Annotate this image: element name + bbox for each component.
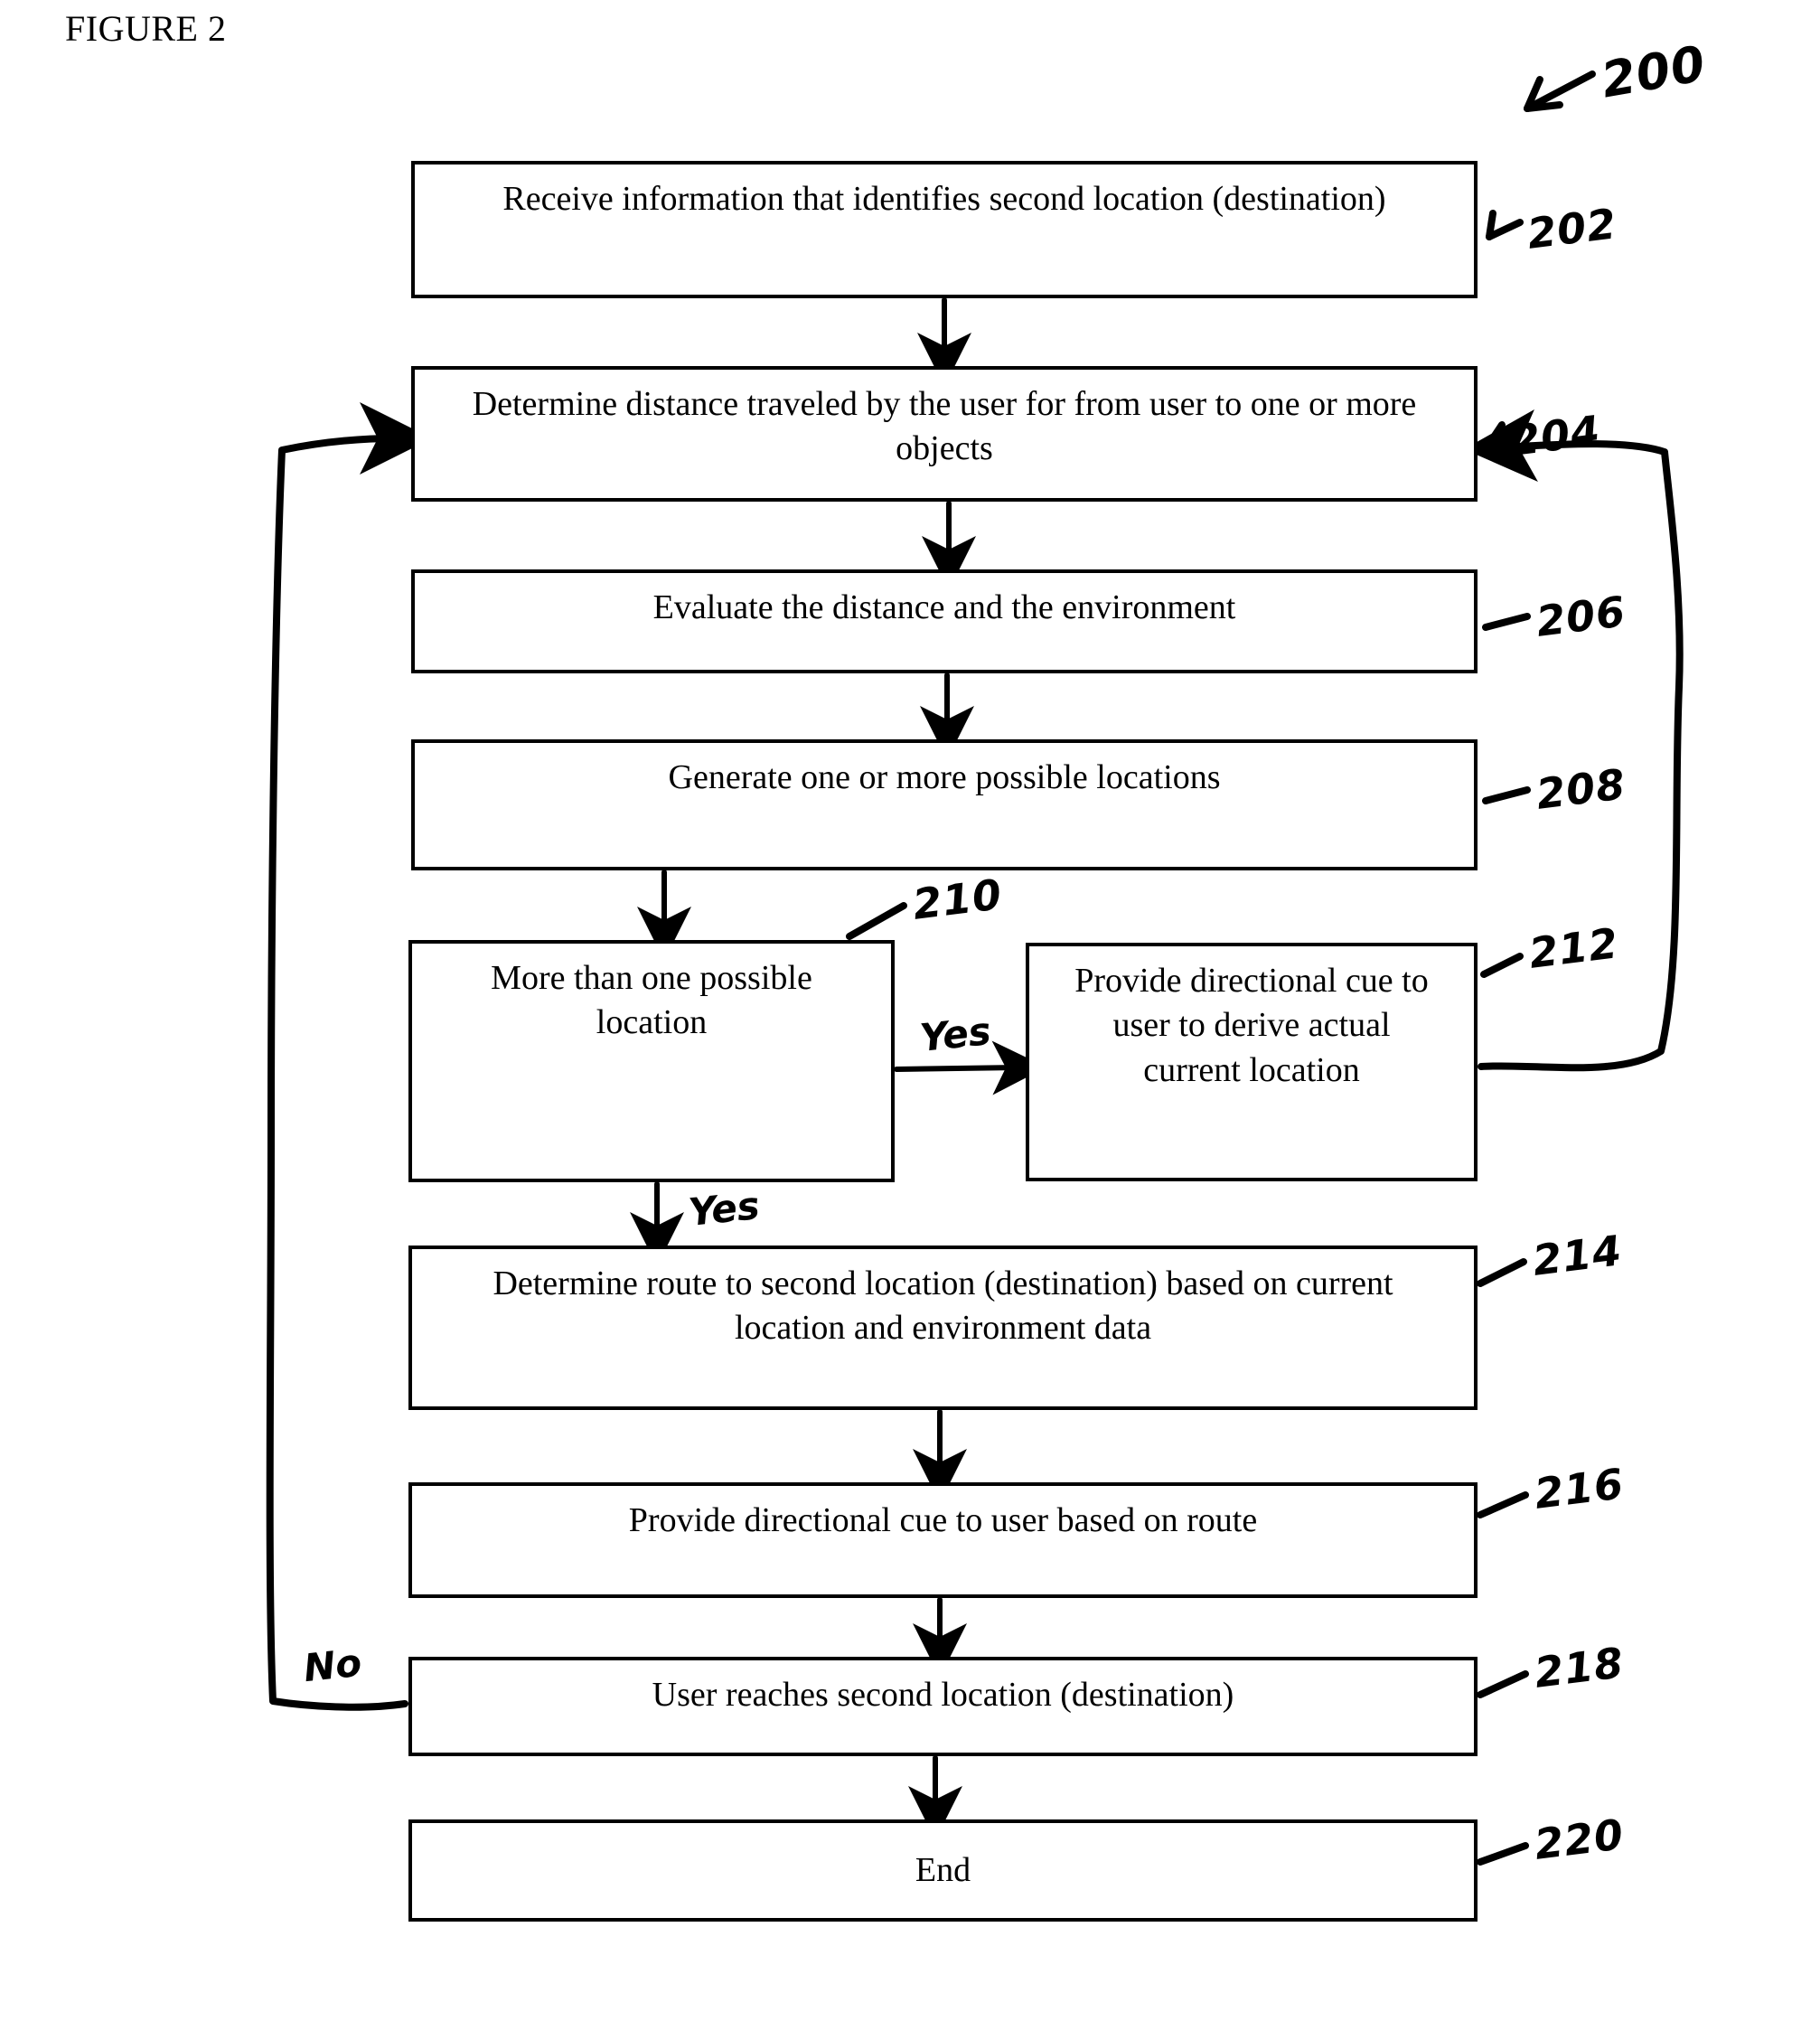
ref-numeral-218: 218 [1532, 1638, 1627, 1697]
flow-box-218[interactable]: User reaches second location (destinatio… [408, 1657, 1478, 1756]
flow-box-216-label: Provide directional cue to user based on… [628, 1501, 1258, 1539]
flow-box-220[interactable]: End [408, 1819, 1478, 1922]
flow-box-202-label: Receive information that identifies seco… [502, 180, 1386, 218]
flow-box-210[interactable]: More than one possible location [408, 940, 895, 1182]
flow-box-208-label: Generate one or more possible locations [668, 758, 1221, 796]
edge-label-yes-right: Yes [917, 1009, 993, 1060]
ref-numeral-220: 220 [1532, 1810, 1627, 1869]
ref-numeral-214: 214 [1530, 1226, 1625, 1285]
flow-box-212[interactable]: Provide directional cue to user to deriv… [1026, 943, 1478, 1181]
ref-numeral-212: 212 [1526, 918, 1621, 978]
flow-box-206-label: Evaluate the distance and the environmen… [652, 588, 1236, 626]
flow-box-204[interactable]: Determine distance traveled by the user … [411, 366, 1478, 502]
ref-numeral-200: 200 [1597, 34, 1711, 109]
ref-numeral-210: 210 [910, 870, 1005, 929]
flow-box-202[interactable]: Receive information that identifies seco… [411, 161, 1478, 298]
ref-numeral-216: 216 [1532, 1459, 1627, 1518]
flow-box-210-label: More than one possible location [491, 959, 812, 1042]
flow-box-208[interactable]: Generate one or more possible locations [411, 739, 1478, 870]
flow-box-204-label: Determine distance traveled by the user … [472, 385, 1417, 468]
flow-box-206[interactable]: Evaluate the distance and the environmen… [411, 569, 1478, 673]
edge-label-yes-down: Yes [686, 1183, 762, 1235]
ref-numeral-208: 208 [1534, 759, 1628, 819]
ref-numeral-206: 206 [1534, 587, 1628, 646]
ref-numeral-204: 204 [1508, 406, 1603, 465]
page-title: FIGURE 2 [65, 8, 227, 49]
flow-box-220-label: End [915, 1850, 971, 1889]
flow-box-218-label: User reaches second location (destinatio… [652, 1676, 1234, 1714]
flow-box-212-label: Provide directional cue to user to deriv… [1074, 962, 1429, 1089]
flow-box-214[interactable]: Determine route to second location (dest… [408, 1246, 1478, 1410]
flow-box-214-label: Determine route to second location (dest… [493, 1264, 1393, 1348]
edge-label-no: No [301, 1640, 364, 1691]
ref-numeral-202: 202 [1524, 199, 1619, 259]
flow-box-216[interactable]: Provide directional cue to user based on… [408, 1482, 1478, 1598]
